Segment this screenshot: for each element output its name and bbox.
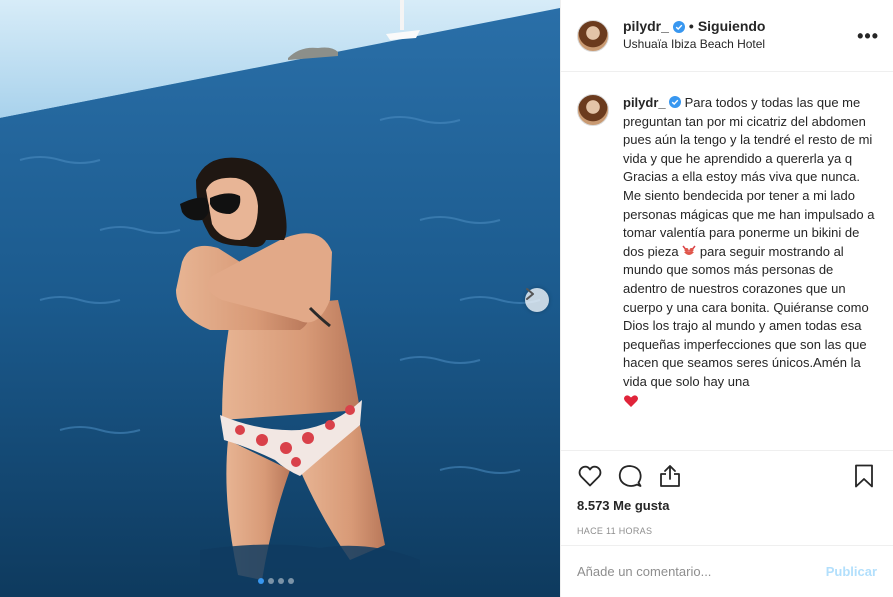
carousel-dot-4 xyxy=(288,578,294,584)
actions-section: 8.573 Me gusta Hace 11 horas xyxy=(561,450,893,536)
action-bar xyxy=(577,451,877,501)
post-side-panel: pilydr_ • Siguiendo Ushuaïa Ibiza Beach … xyxy=(560,0,893,597)
red-heart-emoji-icon xyxy=(624,394,638,407)
post-photo[interactable] xyxy=(0,0,560,597)
caption-username[interactable]: pilydr_ xyxy=(623,95,666,110)
comment-button[interactable] xyxy=(617,463,643,489)
verified-badge-icon xyxy=(668,96,681,108)
like-button[interactable] xyxy=(577,463,603,489)
carousel-dot-2 xyxy=(268,578,274,584)
caption-body-continued: para seguir mostrando al mundo que somos… xyxy=(623,243,869,389)
carousel-indicator xyxy=(258,578,294,584)
bikini-emoji-icon xyxy=(682,245,696,255)
avatar[interactable] xyxy=(577,19,609,52)
header-username[interactable]: pilydr_ xyxy=(623,18,669,35)
bookmark-icon xyxy=(855,464,873,488)
location-link[interactable]: Ushuaïa Ibiza Beach Hotel xyxy=(623,36,765,53)
caption-body: Para todos y todas las que me preguntan … xyxy=(623,95,875,259)
likes-count[interactable]: 8.573 Me gusta xyxy=(577,498,877,513)
share-button[interactable] xyxy=(657,463,683,489)
beach-scene-image xyxy=(0,0,560,597)
header-separator: • xyxy=(688,18,694,34)
chevron-right-icon xyxy=(526,288,534,300)
heart-icon xyxy=(578,465,602,487)
caption-row: pilydr_ Para todos y todas las que me pre… xyxy=(577,94,877,408)
comment-bar: Publicar xyxy=(561,545,893,597)
caption-avatar[interactable] xyxy=(577,94,609,126)
next-photo-button[interactable] xyxy=(525,288,549,312)
following-button[interactable]: Siguiendo xyxy=(698,18,766,35)
header-text: pilydr_ • Siguiendo Ushuaïa Ibiza Beach … xyxy=(623,18,765,53)
header-top-line: pilydr_ • Siguiendo xyxy=(623,18,765,35)
carousel-dot-3 xyxy=(278,578,284,584)
comment-bubble-icon xyxy=(618,465,642,487)
more-options-icon[interactable]: ••• xyxy=(857,26,879,47)
comment-input[interactable] xyxy=(577,564,826,579)
comments-section: pilydr_ Para todos y todas las que me pre… xyxy=(561,72,893,450)
verified-badge-icon xyxy=(672,20,685,33)
publish-button[interactable]: Publicar xyxy=(826,564,877,579)
save-button[interactable] xyxy=(851,463,877,489)
post-header: pilydr_ • Siguiendo Ushuaïa Ibiza Beach … xyxy=(561,0,893,72)
caption-text: pilydr_ Para todos y todas las que me pre… xyxy=(623,94,877,408)
share-icon xyxy=(660,465,680,487)
carousel-dot-1 xyxy=(258,578,264,584)
post-timestamp[interactable]: Hace 11 horas xyxy=(577,526,877,536)
